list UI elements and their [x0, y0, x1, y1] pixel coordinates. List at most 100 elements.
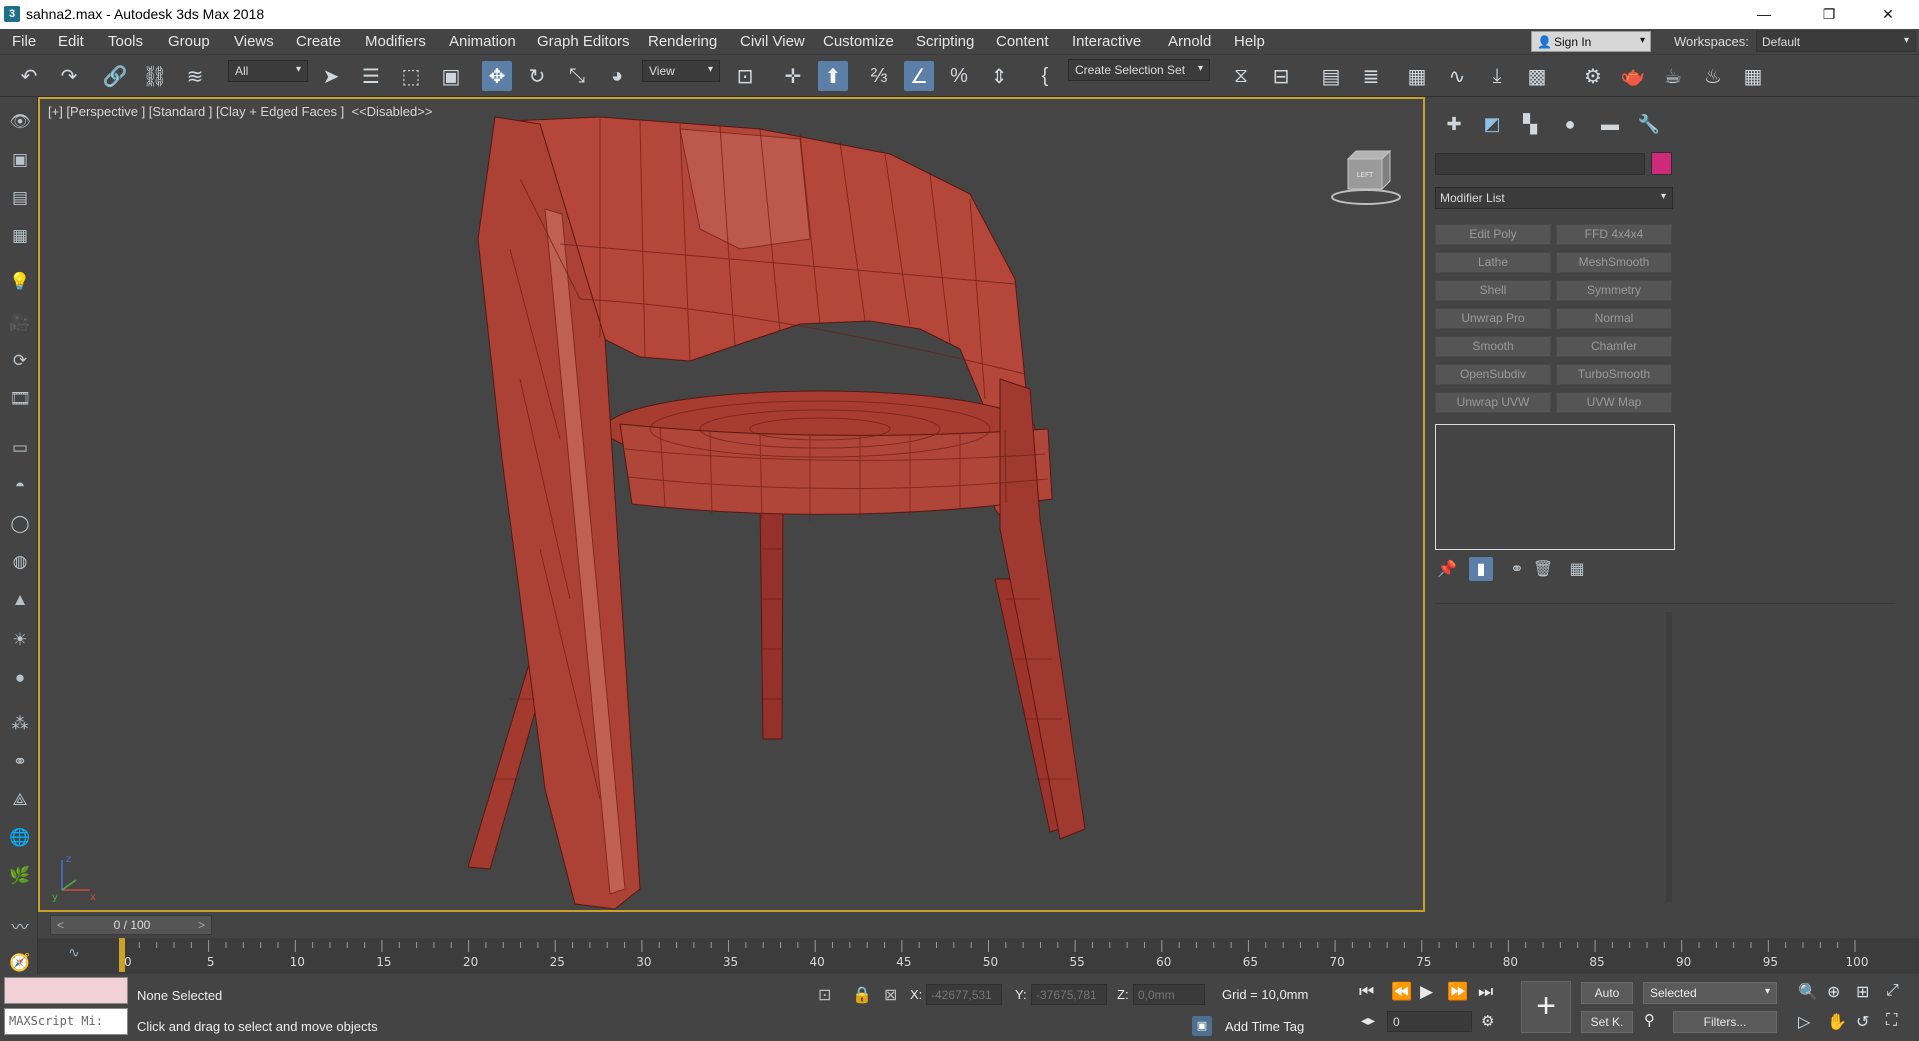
- walkthrough-icon[interactable]: 🧭: [7, 950, 33, 976]
- menu-customize[interactable]: Customize: [823, 33, 894, 50]
- pivot-point-icon[interactable]: ⊡: [730, 61, 760, 91]
- angle-snap-icon[interactable]: ∠: [904, 61, 934, 91]
- sign-in-dropdown[interactable]: 👤 Sign In ▾: [1531, 31, 1651, 52]
- time-slider-track[interactable]: [50, 915, 1879, 935]
- modifier-button-opensubdiv[interactable]: OpenSubdiv: [1435, 364, 1551, 385]
- render-setup-icon[interactable]: ⚙: [1578, 61, 1608, 91]
- maximize-viewport-icon[interactable]: ⛶: [1886, 1012, 1897, 1030]
- modifier-button-unwrap-uvw[interactable]: Unwrap UVW: [1435, 392, 1551, 413]
- menu-help[interactable]: Help: [1234, 33, 1265, 50]
- hair-fur-icon[interactable]: 〰: [7, 912, 33, 938]
- select-object-icon[interactable]: ➤: [316, 61, 346, 91]
- redo-icon[interactable]: ↷: [54, 61, 84, 91]
- modifier-button-meshsmooth[interactable]: MeshSmooth: [1556, 252, 1672, 273]
- menu-edit[interactable]: Edit: [58, 33, 84, 50]
- perspective-viewport[interactable]: [+] [Perspective ] [Standard ] [Clay + E…: [38, 97, 1425, 912]
- current-frame-marker[interactable]: [119, 938, 125, 972]
- next-frame-icon[interactable]: ⏩: [1447, 982, 1468, 1002]
- selection-lock-icon[interactable]: 🔒: [852, 985, 872, 1005]
- geosphere-primitive-icon[interactable]: ◍: [7, 549, 33, 575]
- menu-interactive[interactable]: Interactive: [1072, 33, 1141, 50]
- zoom-extents-all-icon[interactable]: ⤢: [1886, 982, 1899, 1000]
- render-to-texture-icon[interactable]: ▦: [1738, 61, 1768, 91]
- menu-rendering[interactable]: Rendering: [648, 33, 717, 50]
- bind-space-warp-icon[interactable]: ≋: [180, 61, 210, 91]
- sphere-light-icon[interactable]: ●: [7, 665, 33, 691]
- current-frame-field[interactable]: 0: [1387, 1011, 1472, 1032]
- select-and-rotate-icon[interactable]: ↻: [522, 61, 552, 91]
- viewcube-icon[interactable]: LEFT: [1330, 139, 1410, 209]
- selection-filter-dropdown[interactable]: All ▾: [228, 60, 308, 82]
- ribbon-toggle-icon[interactable]: ▦: [1402, 61, 1432, 91]
- select-and-place-icon[interactable]: ◕: [602, 61, 632, 91]
- absolute-relative-toggle-icon[interactable]: ⊠: [884, 985, 897, 1005]
- isolate-selection-icon[interactable]: ⊡: [818, 985, 831, 1005]
- next-frame-arrow[interactable]: >: [198, 918, 205, 932]
- spinner-snap-icon[interactable]: ⇕: [984, 61, 1014, 91]
- rendered-frame-window-icon[interactable]: 🫖: [1618, 61, 1648, 91]
- pan-view-icon[interactable]: ✋: [1827, 1012, 1847, 1032]
- render-iterative-icon[interactable]: ♨: [1698, 61, 1728, 91]
- previous-frame-icon[interactable]: ⏪: [1391, 982, 1412, 1002]
- modify-tab-icon[interactable]: ◩: [1477, 111, 1507, 137]
- menu-file[interactable]: File: [12, 33, 36, 50]
- render-production-icon[interactable]: ☕: [1658, 61, 1688, 91]
- motion-tab-icon[interactable]: ●: [1555, 111, 1585, 137]
- orbit-icon[interactable]: ↺: [1856, 1012, 1869, 1032]
- minimize-button[interactable]: —: [1741, 0, 1787, 29]
- menu-group[interactable]: Group: [168, 33, 210, 50]
- dome-primitive-icon[interactable]: ◓: [7, 473, 33, 499]
- modifier-stack-view[interactable]: [1435, 424, 1675, 550]
- link-icon[interactable]: 🔗: [100, 61, 130, 91]
- snaps-toggle-icon[interactable]: ⅔: [864, 61, 894, 91]
- modifier-list-dropdown[interactable]: Modifier List ▾: [1435, 187, 1673, 209]
- go-to-start-icon[interactable]: ⏮: [1359, 982, 1374, 1002]
- edit-named-selection-icon[interactable]: {: [1030, 61, 1060, 91]
- create-tab-icon[interactable]: ✚: [1439, 111, 1469, 137]
- modifier-button-edit-poly[interactable]: Edit Poly: [1435, 224, 1551, 245]
- z-coordinate-field[interactable]: 0,0mm: [1133, 984, 1205, 1005]
- auto-key-button[interactable]: Auto: [1581, 982, 1633, 1004]
- window-crossing-icon[interactable]: ▣: [436, 61, 466, 91]
- unlink-icon[interactable]: ⛓: [140, 61, 170, 91]
- select-by-name-icon[interactable]: ☰: [356, 61, 386, 91]
- hierarchy-tab-icon[interactable]: ▚: [1515, 111, 1545, 137]
- menu-scripting[interactable]: Scripting: [916, 33, 974, 50]
- close-button[interactable]: ✕: [1865, 0, 1911, 29]
- display-tab-icon[interactable]: ▬: [1595, 111, 1625, 137]
- modifier-button-unwrap-pro[interactable]: Unwrap Pro: [1435, 308, 1551, 329]
- key-mode-toggle-icon[interactable]: ◂▸: [1361, 1012, 1375, 1029]
- select-manipulate-icon[interactable]: ✛: [778, 61, 808, 91]
- undo-icon[interactable]: ↶: [14, 61, 44, 91]
- mirror-icon[interactable]: ⧖: [1226, 61, 1256, 91]
- set-key-button[interactable]: Set K.: [1581, 1011, 1633, 1033]
- modifier-button-shell[interactable]: Shell: [1435, 280, 1551, 301]
- scene-explorer-icon[interactable]: 👁: [7, 109, 33, 135]
- object-name-field[interactable]: [1435, 153, 1645, 175]
- reference-coordinate-dropdown[interactable]: View ▾: [642, 60, 720, 82]
- key-tangent-icon[interactable]: ⚲: [1644, 1011, 1655, 1029]
- menu-graph-editors[interactable]: Graph Editors: [537, 33, 630, 50]
- menu-content[interactable]: Content: [996, 33, 1049, 50]
- cone-primitive-icon[interactable]: ▲: [7, 587, 33, 613]
- zoom-icon[interactable]: 🔍: [1798, 982, 1818, 1002]
- sphere-primitive-icon[interactable]: ◯: [7, 511, 33, 537]
- select-and-scale-icon[interactable]: ⤡: [562, 61, 592, 91]
- configure-modifier-sets-icon[interactable]: ▦: [1565, 557, 1589, 581]
- named-selection-set-dropdown[interactable]: Create Selection Set ▾: [1068, 59, 1210, 81]
- modifier-button-normal[interactable]: Normal: [1556, 308, 1672, 329]
- maxscript-listener-output[interactable]: [4, 977, 128, 1004]
- workspaces-dropdown[interactable]: Default ▾: [1756, 31, 1916, 52]
- chair-model[interactable]: [40, 99, 1425, 912]
- align-icon[interactable]: ⊟: [1266, 61, 1296, 91]
- maxscript-mini-listener[interactable]: MAXScript Mi:: [4, 1008, 128, 1035]
- plane-primitive-icon[interactable]: ▭: [7, 435, 33, 461]
- material-editor-icon[interactable]: ▩: [1522, 61, 1552, 91]
- layer-explorer-icon[interactable]: ▤: [7, 185, 33, 211]
- menu-animation[interactable]: Animation: [449, 33, 516, 50]
- bones-icon[interactable]: ⚭: [7, 749, 33, 775]
- modifier-button-smooth[interactable]: Smooth: [1435, 336, 1551, 357]
- percent-snap-icon[interactable]: %: [944, 61, 974, 91]
- layer-manager-icon[interactable]: ▤: [1316, 61, 1346, 91]
- curve-editor-icon[interactable]: ∿: [1442, 61, 1472, 91]
